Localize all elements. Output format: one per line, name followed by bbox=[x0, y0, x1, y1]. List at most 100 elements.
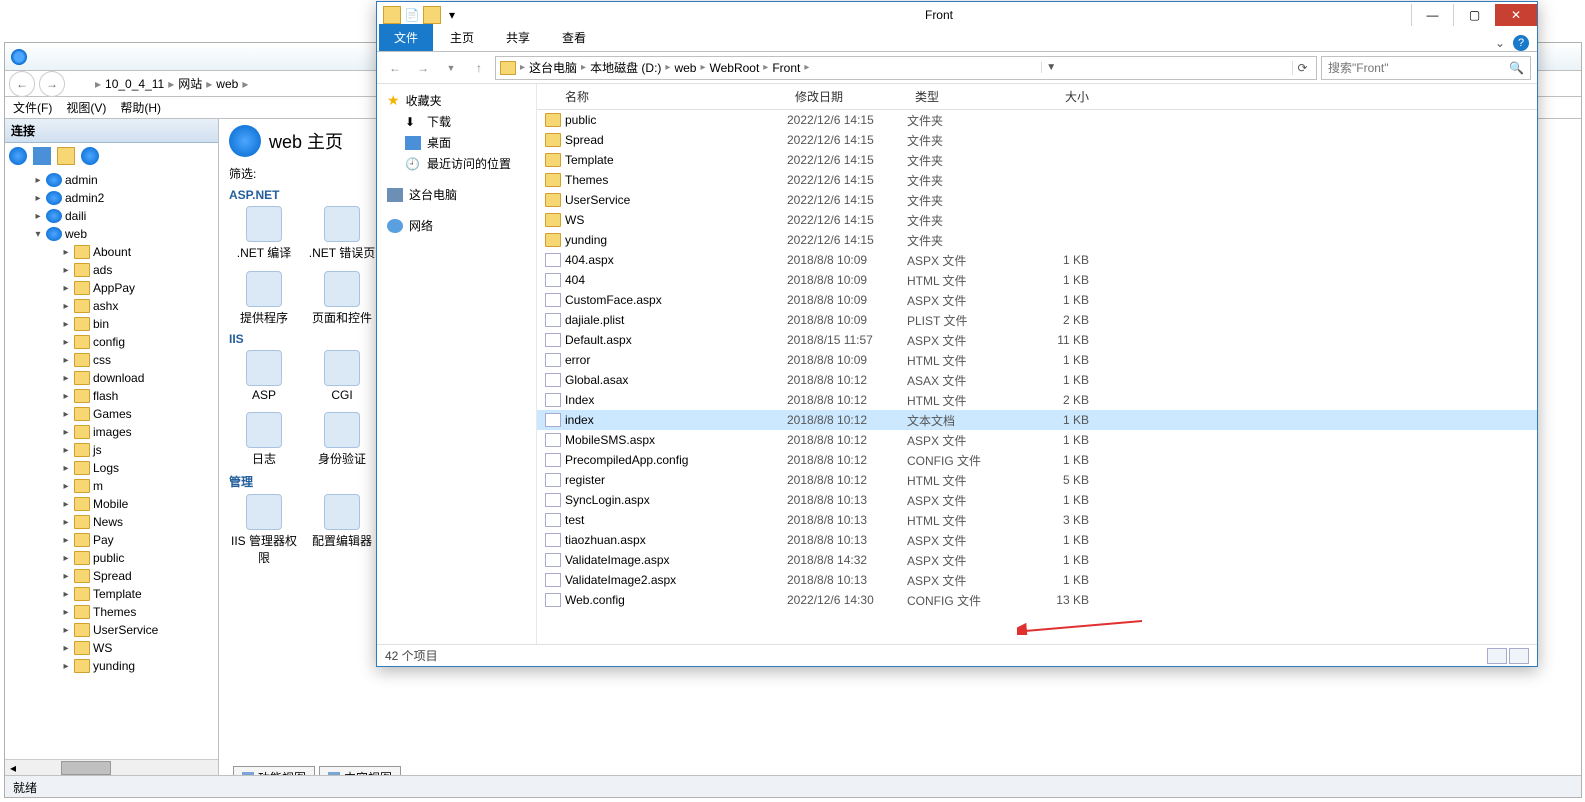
file-row[interactable]: SyncLogin.aspx2018/8/8 10:13ASPX 文件1 KB bbox=[537, 490, 1537, 510]
address-bar[interactable]: ▸ 这台电脑▸ 本地磁盘 (D:)▸ web▸ WebRoot▸ Front▸ … bbox=[495, 56, 1317, 80]
qat-properties-icon[interactable]: 📄 bbox=[403, 6, 421, 24]
close-button[interactable]: ✕ bbox=[1495, 4, 1537, 26]
file-list[interactable]: public2022/12/6 14:15文件夹Spread2022/12/6 … bbox=[537, 110, 1537, 644]
sidebar-item-downloads[interactable]: ⬇下载 bbox=[377, 111, 536, 132]
ribbon-tab-share[interactable]: 共享 bbox=[491, 24, 545, 51]
expander-icon[interactable]: ▸ bbox=[61, 409, 71, 420]
qat-dropdown-icon[interactable]: ▾ bbox=[443, 6, 461, 24]
maximize-button[interactable]: ▢ bbox=[1453, 4, 1495, 26]
tree-node[interactable]: ▸Template bbox=[5, 585, 218, 603]
breadcrumb-item[interactable]: 10_0_4_11 bbox=[105, 77, 164, 91]
tree-node[interactable]: ▸WS bbox=[5, 639, 218, 657]
sidebar-favorites[interactable]: ★收藏夹 bbox=[377, 90, 536, 111]
expander-icon[interactable]: ▸ bbox=[33, 211, 43, 222]
nav-back-button[interactable]: ← bbox=[383, 56, 407, 80]
expander-icon[interactable]: ▸ bbox=[61, 607, 71, 618]
breadcrumb-item[interactable]: 网站 bbox=[178, 75, 202, 92]
folder-icon[interactable] bbox=[57, 147, 75, 165]
feature-item[interactable]: 日志 bbox=[229, 412, 299, 467]
file-row[interactable]: register2018/8/8 10:12HTML 文件5 KB bbox=[537, 470, 1537, 490]
connections-tree[interactable]: ▸admin▸admin2▸daili▾web▸Abount▸ads▸AppPa… bbox=[5, 169, 218, 759]
tree-node[interactable]: ▸download bbox=[5, 369, 218, 387]
tree-node[interactable]: ▸css bbox=[5, 351, 218, 369]
expander-icon[interactable]: ▸ bbox=[61, 265, 71, 276]
ribbon-tab-home[interactable]: 主页 bbox=[435, 24, 489, 51]
file-row[interactable]: Index2018/8/8 10:12HTML 文件2 KB bbox=[537, 390, 1537, 410]
tree-node[interactable]: ▸config bbox=[5, 333, 218, 351]
sidebar-computer[interactable]: 这台电脑 bbox=[377, 184, 536, 205]
expander-icon[interactable]: ▸ bbox=[61, 625, 71, 636]
expander-icon[interactable]: ▸ bbox=[61, 589, 71, 600]
column-size[interactable]: 大小 bbox=[1027, 88, 1097, 105]
file-row[interactable]: 404.aspx2018/8/8 10:09ASPX 文件1 KB bbox=[537, 250, 1537, 270]
expander-icon[interactable]: ▸ bbox=[61, 499, 71, 510]
tree-node[interactable]: ▸News bbox=[5, 513, 218, 531]
feature-item[interactable]: .NET 错误页 bbox=[307, 206, 377, 261]
file-row[interactable]: public2022/12/6 14:15文件夹 bbox=[537, 110, 1537, 130]
expander-icon[interactable]: ▸ bbox=[61, 355, 71, 366]
file-row[interactable]: Default.aspx2018/8/15 11:57ASPX 文件11 KB bbox=[537, 330, 1537, 350]
expander-icon[interactable]: ▸ bbox=[61, 535, 71, 546]
iis-breadcrumb[interactable]: ▸ 10_0_4_11 ▸ 网站 ▸ web ▸ bbox=[75, 75, 248, 92]
tree-node[interactable]: ▸js bbox=[5, 441, 218, 459]
nav-forward-button[interactable]: → bbox=[39, 71, 65, 97]
column-name[interactable]: 名称 bbox=[537, 88, 787, 105]
tree-node[interactable]: ▸ashx bbox=[5, 297, 218, 315]
column-headers[interactable]: 名称 修改日期 类型 大小 bbox=[537, 84, 1537, 110]
feature-item[interactable]: CGI bbox=[307, 350, 377, 402]
expander-icon[interactable]: ▸ bbox=[61, 553, 71, 564]
ribbon-tab-file[interactable]: 文件 bbox=[379, 24, 433, 51]
file-row[interactable]: WS2022/12/6 14:15文件夹 bbox=[537, 210, 1537, 230]
tree-node[interactable]: ▸Logs bbox=[5, 459, 218, 477]
view-icons-button[interactable] bbox=[1509, 648, 1529, 664]
connect-icon[interactable] bbox=[9, 147, 27, 165]
expander-icon[interactable]: ▸ bbox=[33, 193, 43, 204]
feature-item[interactable]: .NET 编译 bbox=[229, 206, 299, 261]
file-row[interactable]: 4042018/8/8 10:09HTML 文件1 KB bbox=[537, 270, 1537, 290]
tree-node[interactable]: ▸m bbox=[5, 477, 218, 495]
expander-icon[interactable]: ▸ bbox=[61, 445, 71, 456]
breadcrumb-item[interactable]: 本地磁盘 (D:) bbox=[590, 59, 661, 76]
tree-node[interactable]: ▸yunding bbox=[5, 657, 218, 675]
ribbon-expand-icon[interactable]: ⌄ bbox=[1495, 36, 1505, 50]
nav-back-button[interactable]: ← bbox=[9, 71, 35, 97]
file-row[interactable]: ValidateImage.aspx2018/8/8 14:32ASPX 文件1… bbox=[537, 550, 1537, 570]
tree-node[interactable]: ▸AppPay bbox=[5, 279, 218, 297]
tree-node[interactable]: ▸UserService bbox=[5, 621, 218, 639]
save-icon[interactable] bbox=[33, 147, 51, 165]
expander-icon[interactable]: ▸ bbox=[61, 661, 71, 672]
expander-icon[interactable]: ▸ bbox=[61, 517, 71, 528]
tree-node[interactable]: ▸public bbox=[5, 549, 218, 567]
sidebar-network[interactable]: 网络 bbox=[377, 215, 536, 236]
feature-item[interactable]: ASP bbox=[229, 350, 299, 402]
expander-icon[interactable]: ▸ bbox=[61, 373, 71, 384]
breadcrumb-item[interactable]: WebRoot bbox=[709, 61, 759, 75]
tree-node[interactable]: ▸Mobile bbox=[5, 495, 218, 513]
tree-node[interactable]: ▸bin bbox=[5, 315, 218, 333]
file-row[interactable]: dajiale.plist2018/8/8 10:09PLIST 文件2 KB bbox=[537, 310, 1537, 330]
nav-history-button[interactable]: ▼ bbox=[439, 56, 463, 80]
file-row[interactable]: CustomFace.aspx2018/8/8 10:09ASPX 文件1 KB bbox=[537, 290, 1537, 310]
refresh-button[interactable]: ⟳ bbox=[1292, 61, 1312, 75]
menu-file[interactable]: 文件(F) bbox=[13, 99, 52, 116]
search-icon[interactable]: 🔍 bbox=[1509, 61, 1524, 75]
navigation-pane[interactable]: ★收藏夹 ⬇下载 桌面 🕘最近访问的位置 这台电脑 网络 bbox=[377, 84, 537, 644]
tree-node[interactable]: ▸images bbox=[5, 423, 218, 441]
file-row[interactable]: test2018/8/8 10:13HTML 文件3 KB bbox=[537, 510, 1537, 530]
breadcrumb-item[interactable]: 这台电脑 bbox=[529, 59, 577, 76]
tree-node[interactable]: ▸Spread bbox=[5, 567, 218, 585]
expander-icon[interactable]: ▸ bbox=[61, 643, 71, 654]
file-row[interactable]: Global.asax2018/8/8 10:12ASAX 文件1 KB bbox=[537, 370, 1537, 390]
breadcrumb-item[interactable]: web bbox=[216, 77, 238, 91]
file-row[interactable]: PrecompiledApp.config2018/8/8 10:12CONFI… bbox=[537, 450, 1537, 470]
file-row[interactable]: Template2022/12/6 14:15文件夹 bbox=[537, 150, 1537, 170]
feature-item[interactable]: 身份验证 bbox=[307, 412, 377, 467]
column-date[interactable]: 修改日期 bbox=[787, 88, 907, 105]
file-row[interactable]: ValidateImage2.aspx2018/8/8 10:13ASPX 文件… bbox=[537, 570, 1537, 590]
tree-scrollbar[interactable]: ◂ bbox=[5, 759, 218, 775]
tree-node[interactable]: ▸Pay bbox=[5, 531, 218, 549]
tree-node[interactable]: ▸Games bbox=[5, 405, 218, 423]
feature-item[interactable]: 页面和控件 bbox=[307, 271, 377, 326]
search-box[interactable]: 🔍 bbox=[1321, 56, 1531, 80]
tree-node[interactable]: ▸Abount bbox=[5, 243, 218, 261]
